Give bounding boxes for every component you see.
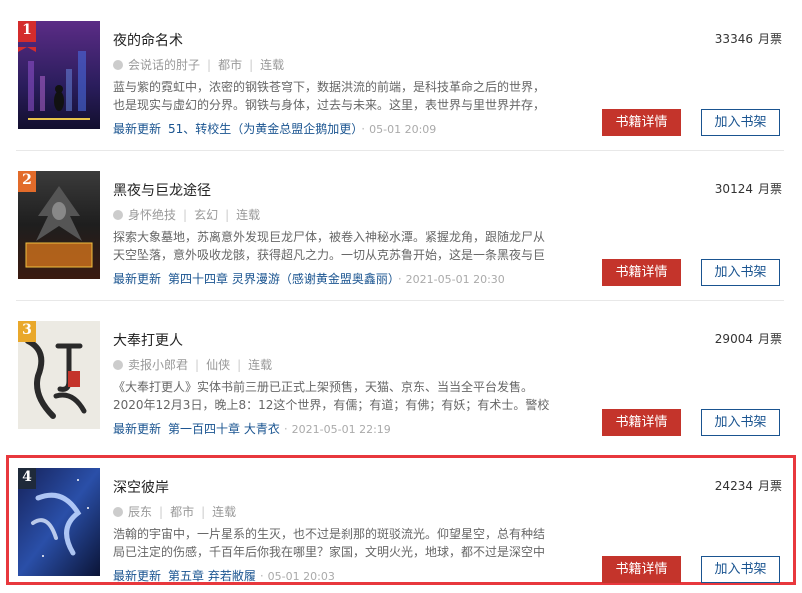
votes-unit: 月票	[757, 332, 782, 346]
book-title[interactable]: 夜的命名术	[113, 30, 183, 50]
monthly-votes: 33346 月票	[715, 30, 782, 47]
book-meta: 辰东 | 都市 | 连载	[113, 503, 236, 520]
book-genre[interactable]: 仙侠	[206, 356, 230, 373]
separator: |	[225, 207, 230, 222]
separator: |	[249, 57, 254, 72]
book-author[interactable]: 身怀绝技	[128, 206, 176, 223]
latest-chapter-link[interactable]: 51、转校生（为黄金总盟企鹅加更）	[168, 122, 357, 136]
dot-separator: ·	[361, 122, 366, 136]
book-detail-button[interactable]: 书籍详情	[602, 556, 681, 583]
book-cover[interactable]: 3	[18, 321, 100, 429]
latest-time: 2021-05-01 20:30	[405, 273, 505, 286]
add-to-shelf-button[interactable]: 加入书架	[701, 556, 780, 583]
book-description: 《大奉打更人》实体书前三册已正式上架预售，天猫、京东、当当全平台发售。2020年…	[113, 380, 550, 412]
author-icon	[113, 209, 123, 220]
rank-badge: 3	[18, 321, 36, 342]
book-ranking-list: 1 夜的命名术 会说话的肘子 | 都市 | 连载 蓝与紫的霓虹中，浓密的钢铁苍穹…	[0, 0, 802, 593]
dot-separator: ·	[397, 272, 402, 286]
book-meta: 会说话的肘子 | 都市 | 连载	[113, 56, 284, 73]
book-item-2: 2 黑夜与巨龙途径 身怀绝技 | 玄幻 | 连载 探索大象墓地，苏离意外发现巨龙…	[6, 158, 796, 288]
book-genre[interactable]: 都市	[170, 503, 194, 520]
votes-unit: 月票	[757, 479, 782, 493]
book-status: 连载	[212, 505, 237, 519]
add-to-shelf-button[interactable]: 加入书架	[701, 409, 780, 436]
book-status: 连载	[260, 58, 285, 72]
book-cover[interactable]: 4	[18, 468, 100, 576]
book-meta: 身怀绝技 | 玄幻 | 连载	[113, 206, 260, 223]
separator: |	[183, 207, 188, 222]
latest-chapter-link[interactable]: 第一百四十章 大青衣	[168, 422, 280, 436]
book-author[interactable]: 卖报小郎君	[128, 356, 188, 373]
book-title[interactable]: 深空彼岸	[113, 477, 169, 497]
book-item-3: 3 大奉打更人 卖报小郎君 | 仙侠 | 连载 《大奉打更人》实体书前三册已正式…	[6, 308, 796, 438]
rank-badge: 1	[18, 21, 36, 52]
book-title[interactable]: 大奉打更人	[113, 330, 183, 350]
separator: |	[207, 57, 212, 72]
book-genre[interactable]: 都市	[218, 56, 242, 73]
separator: |	[195, 357, 200, 372]
book-cover[interactable]: 1	[18, 21, 100, 129]
votes-count: 24234	[714, 479, 753, 493]
divider	[16, 300, 784, 301]
monthly-votes: 24234 月票	[715, 477, 782, 494]
monthly-votes: 29004 月票	[715, 330, 782, 347]
book-author[interactable]: 会说话的肘子	[128, 56, 200, 73]
latest-time: 2021-05-01 22:19	[291, 423, 391, 436]
rank-badge: 4	[18, 468, 36, 489]
separator: |	[237, 357, 242, 372]
latest-update: 最新更新 第一百四十章 大青衣 · 2021-05-01 22:19	[113, 420, 391, 437]
book-description: 蓝与紫的霓虹中，浓密的钢铁苍穹下，数据洪流的前端，是科技革命之后的世界，也是现实…	[113, 80, 546, 112]
divider	[16, 150, 784, 151]
latest-time: 05-01 20:09	[369, 123, 437, 136]
latest-chapter-link[interactable]: 第五章 弃若敝履	[168, 569, 256, 583]
add-to-shelf-button[interactable]: 加入书架	[701, 109, 780, 136]
book-cover[interactable]: 2	[18, 171, 100, 279]
separator: |	[201, 504, 206, 519]
book-status: 连载	[236, 208, 261, 222]
add-to-shelf-button[interactable]: 加入书架	[701, 259, 780, 286]
book-status: 连载	[248, 358, 273, 372]
latest-label: 最新更新	[113, 422, 162, 436]
dot-separator: ·	[283, 422, 288, 436]
votes-unit: 月票	[757, 32, 782, 46]
book-meta: 卖报小郎君 | 仙侠 | 连载	[113, 356, 272, 373]
latest-label: 最新更新	[113, 569, 162, 583]
book-detail-button[interactable]: 书籍详情	[602, 409, 681, 436]
latest-time: 05-01 20:03	[267, 570, 335, 583]
separator: |	[159, 504, 164, 519]
book-item-1: 1 夜的命名术 会说话的肘子 | 都市 | 连载 蓝与紫的霓虹中，浓密的钢铁苍穹…	[6, 8, 796, 138]
book-item-4-highlighted: 4 深空彼岸 辰东 | 都市 | 连载 浩翰的宇宙中，一片星系的生灭，也不过是刹…	[6, 455, 796, 585]
latest-chapter-link[interactable]: 第四十四章 灵界漫游（感谢黄金盟奥鑫丽）	[168, 272, 394, 286]
book-description: 探索大象墓地，苏离意外发现巨龙尸体，被卷入神秘水潭。紧握龙角，跟随龙尸从天空坠落…	[113, 230, 546, 262]
book-description: 浩翰的宇宙中，一片星系的生灭，也不过是刹那的斑驳流光。仰望星空，总有种结局已注定…	[113, 527, 546, 559]
votes-count: 29004	[714, 332, 753, 346]
latest-update: 最新更新 51、转校生（为黄金总盟企鹅加更） · 05-01 20:09	[113, 120, 436, 137]
latest-label: 最新更新	[113, 122, 162, 136]
author-icon	[113, 359, 123, 370]
book-author[interactable]: 辰东	[128, 503, 152, 520]
dot-separator: ·	[259, 569, 264, 583]
latest-update: 最新更新 第四十四章 灵界漫游（感谢黄金盟奥鑫丽） · 2021-05-01 20:3…	[113, 270, 505, 287]
author-icon	[113, 59, 123, 70]
rank-badge: 2	[18, 171, 36, 192]
latest-label: 最新更新	[113, 272, 162, 286]
book-genre[interactable]: 玄幻	[194, 206, 218, 223]
votes-unit: 月票	[757, 182, 782, 196]
latest-update: 最新更新 第五章 弃若敝履 · 05-01 20:03	[113, 567, 335, 584]
book-detail-button[interactable]: 书籍详情	[602, 259, 681, 286]
book-detail-button[interactable]: 书籍详情	[602, 109, 681, 136]
votes-count: 30124	[714, 182, 753, 196]
author-icon	[113, 506, 123, 517]
book-title[interactable]: 黑夜与巨龙途径	[113, 180, 211, 200]
monthly-votes: 30124 月票	[715, 180, 782, 197]
votes-count: 33346	[714, 32, 753, 46]
